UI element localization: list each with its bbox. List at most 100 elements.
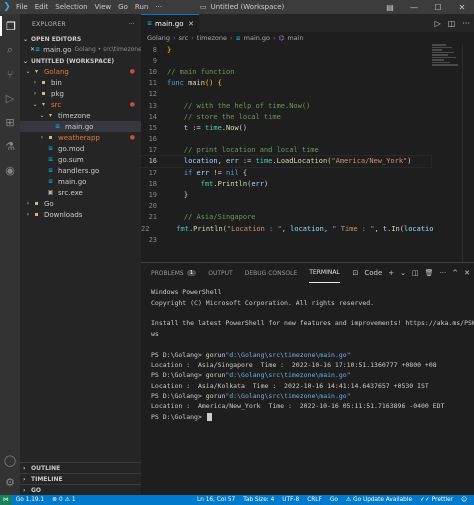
search-icon[interactable]: ⌕ xyxy=(0,40,20,60)
eol[interactable]: CRLF xyxy=(303,497,326,503)
timeline-section[interactable]: › TIMELINE xyxy=(20,473,141,484)
code-line[interactable]: 14 // store the local time xyxy=(141,111,431,122)
tree-item[interactable]: › ▪ pkg xyxy=(20,88,141,99)
remote-icon[interactable]: ⋈ xyxy=(0,495,12,505)
breadcrumb-timezone[interactable]: timezone xyxy=(197,34,227,42)
menu-file[interactable]: File xyxy=(16,3,28,11)
open-editor-item[interactable]: ✕ ≡ main.go Golang • src\timezone xyxy=(20,44,142,55)
tab-problems[interactable]: PROBLEMS 1 xyxy=(151,263,197,283)
github-icon[interactable]: ◉ xyxy=(0,160,20,180)
go-section-label: GO xyxy=(31,486,42,494)
code-line[interactable]: 21 // Asia/Singapore xyxy=(141,212,431,223)
testing-icon[interactable]: ⚗ xyxy=(0,136,20,156)
menu-go[interactable]: Go xyxy=(118,3,128,11)
trash-icon[interactable]: 🗑 xyxy=(425,269,434,277)
layout-icon[interactable]: ▭ xyxy=(200,3,207,11)
code-line[interactable]: 19 } xyxy=(141,189,431,200)
menu-edit[interactable]: Edit xyxy=(35,3,49,11)
tree-item[interactable]: ⌄ ▾ src ● xyxy=(20,99,141,110)
menu-selection[interactable]: Selection xyxy=(55,3,87,11)
more-icon[interactable]: ··· xyxy=(440,269,447,277)
tree-item[interactable]: › ▪ bin xyxy=(20,77,141,88)
problems-status[interactable]: ⊗ 0 ⚠ 1 xyxy=(48,497,79,503)
add-terminal-icon[interactable]: + xyxy=(388,269,394,277)
cursor-position[interactable]: Ln 16, Col 57 xyxy=(193,497,239,503)
encoding[interactable]: UTF-8 xyxy=(278,497,303,503)
close-panel-icon[interactable]: ✕ xyxy=(464,269,470,277)
code-editor[interactable]: 8} 9 10// main function 11 func main() {12 13… xyxy=(140,44,434,262)
code-line[interactable]: 12 xyxy=(141,89,431,100)
code-line[interactable]: 17 if err != nil { xyxy=(141,167,431,178)
tree-item-label: Golang xyxy=(44,67,69,76)
breadcrumb-file[interactable]: main.go xyxy=(244,34,270,42)
tree-item[interactable]: ≡ handlers.go xyxy=(20,165,141,176)
code-line[interactable]: 20 xyxy=(141,201,431,212)
account-icon[interactable]: ◯ xyxy=(0,450,20,470)
tab-terminal[interactable]: TERMINAL xyxy=(309,263,340,283)
breadcrumb-src[interactable]: src xyxy=(179,34,189,42)
source-control-icon[interactable]: ⑂ xyxy=(0,64,20,84)
tab-debug-console[interactable]: DEBUG CONSOLE xyxy=(245,263,298,283)
feedback-icon[interactable]: ☺ xyxy=(457,497,471,503)
tree-item[interactable]: ≡ go.mod xyxy=(20,143,141,154)
outline-section[interactable]: › OUTLINE xyxy=(20,462,141,473)
go-version[interactable]: Go 1.19.1 xyxy=(12,497,48,503)
run-debug-icon[interactable]: ▷ xyxy=(0,88,20,108)
code-line[interactable]: 16 xyxy=(141,134,431,145)
explorer-icon[interactable]: ❐ xyxy=(0,16,20,36)
tree-item[interactable]: › ▪ Downloads xyxy=(20,209,141,220)
code-line[interactable]: 23 xyxy=(141,234,431,245)
code-line[interactable]: 9 xyxy=(141,55,431,66)
split-editor-icon[interactable]: ◫ xyxy=(448,19,456,28)
code-line[interactable]: 10 // main function xyxy=(141,66,431,77)
editor-tabs: ≡ main.go ✕ ▷ ◫ ··· xyxy=(141,14,474,32)
chevron-down-icon[interactable]: ⌄ xyxy=(400,269,406,277)
more-icon[interactable]: ··· xyxy=(462,19,470,28)
manage-gear-icon[interactable]: ⚙ xyxy=(0,472,20,492)
go-section[interactable]: › GO xyxy=(20,484,141,495)
more-actions-icon[interactable]: ··· xyxy=(128,21,135,28)
tree-item[interactable]: › ▪ Go xyxy=(20,198,141,209)
tree-item[interactable]: ≡ main.go xyxy=(20,176,141,187)
code-line[interactable]: 22 fmt.Println("Location : ", location, … xyxy=(141,223,434,234)
menu-more[interactable]: ··· xyxy=(155,3,162,11)
tree-item[interactable]: › ▪ weatherapp ● xyxy=(20,132,141,143)
maximize-icon[interactable]: ☐ xyxy=(426,3,450,12)
language-mode[interactable]: Go xyxy=(326,497,342,503)
tab-size[interactable]: Tab Size: 4 xyxy=(239,497,278,503)
menu-run[interactable]: Run xyxy=(135,3,148,11)
code-line[interactable]: 18 fmt.Println(err) xyxy=(141,178,431,189)
code-line[interactable]: 16 location, err := time.LoadLocation("A… xyxy=(140,154,432,169)
run-icon[interactable]: ▷ xyxy=(435,19,441,28)
breadcrumb-golang[interactable]: Golang xyxy=(147,34,170,42)
code-line[interactable]: 15 t := time.Now() xyxy=(141,122,431,133)
minimize-icon[interactable]: — xyxy=(402,3,426,12)
tab-output[interactable]: OUTPUT xyxy=(208,263,232,283)
maximize-panel-icon[interactable]: ^ xyxy=(452,269,458,277)
code-line[interactable]: 13 // with the help of time.Now() xyxy=(141,100,431,111)
tree-item[interactable]: ≡ go.sum xyxy=(20,154,141,165)
layout-panel-icon[interactable]: ▤ xyxy=(378,3,402,12)
workspace-section[interactable]: ⌄ UNTITLED (WORKSPACE) xyxy=(20,56,141,66)
editor-scrollbar[interactable] xyxy=(462,44,474,262)
code-line[interactable]: 8} xyxy=(141,44,431,55)
close-window-icon[interactable]: ✕ xyxy=(450,3,474,12)
tab-main-go[interactable]: ≡ main.go ✕ xyxy=(141,14,199,32)
prettier[interactable]: ✓✓ Prettier xyxy=(416,497,457,503)
shell-selector[interactable]: Code xyxy=(364,269,382,277)
code-line[interactable]: 17 // print location and local time xyxy=(141,145,431,156)
open-editors-section[interactable]: ⌄ OPEN EDITORS xyxy=(20,34,141,44)
split-terminal-icon[interactable]: ◫ xyxy=(412,269,419,277)
go-update[interactable]: ⚠ Go Update Available xyxy=(342,497,416,503)
terminal-output[interactable]: Windows PowerShell Copyright (C) Microsof… xyxy=(151,287,474,422)
breadcrumb-symbol[interactable]: main xyxy=(287,34,303,42)
code-line[interactable]: 11 func main() { xyxy=(141,78,431,89)
tree-item[interactable]: ▣ src.exe xyxy=(20,187,141,198)
tree-item[interactable]: ⌄ ▾ timezone xyxy=(20,110,141,121)
tree-item[interactable]: ≡ main.go xyxy=(20,121,141,132)
menu-view[interactable]: View xyxy=(95,3,112,11)
extensions-icon[interactable]: ⊞ xyxy=(0,112,20,132)
close-tab-icon[interactable]: ✕ xyxy=(188,20,194,28)
minimap[interactable] xyxy=(432,44,460,104)
tree-item[interactable]: ⌄ ▾ Golang ● xyxy=(20,66,141,77)
